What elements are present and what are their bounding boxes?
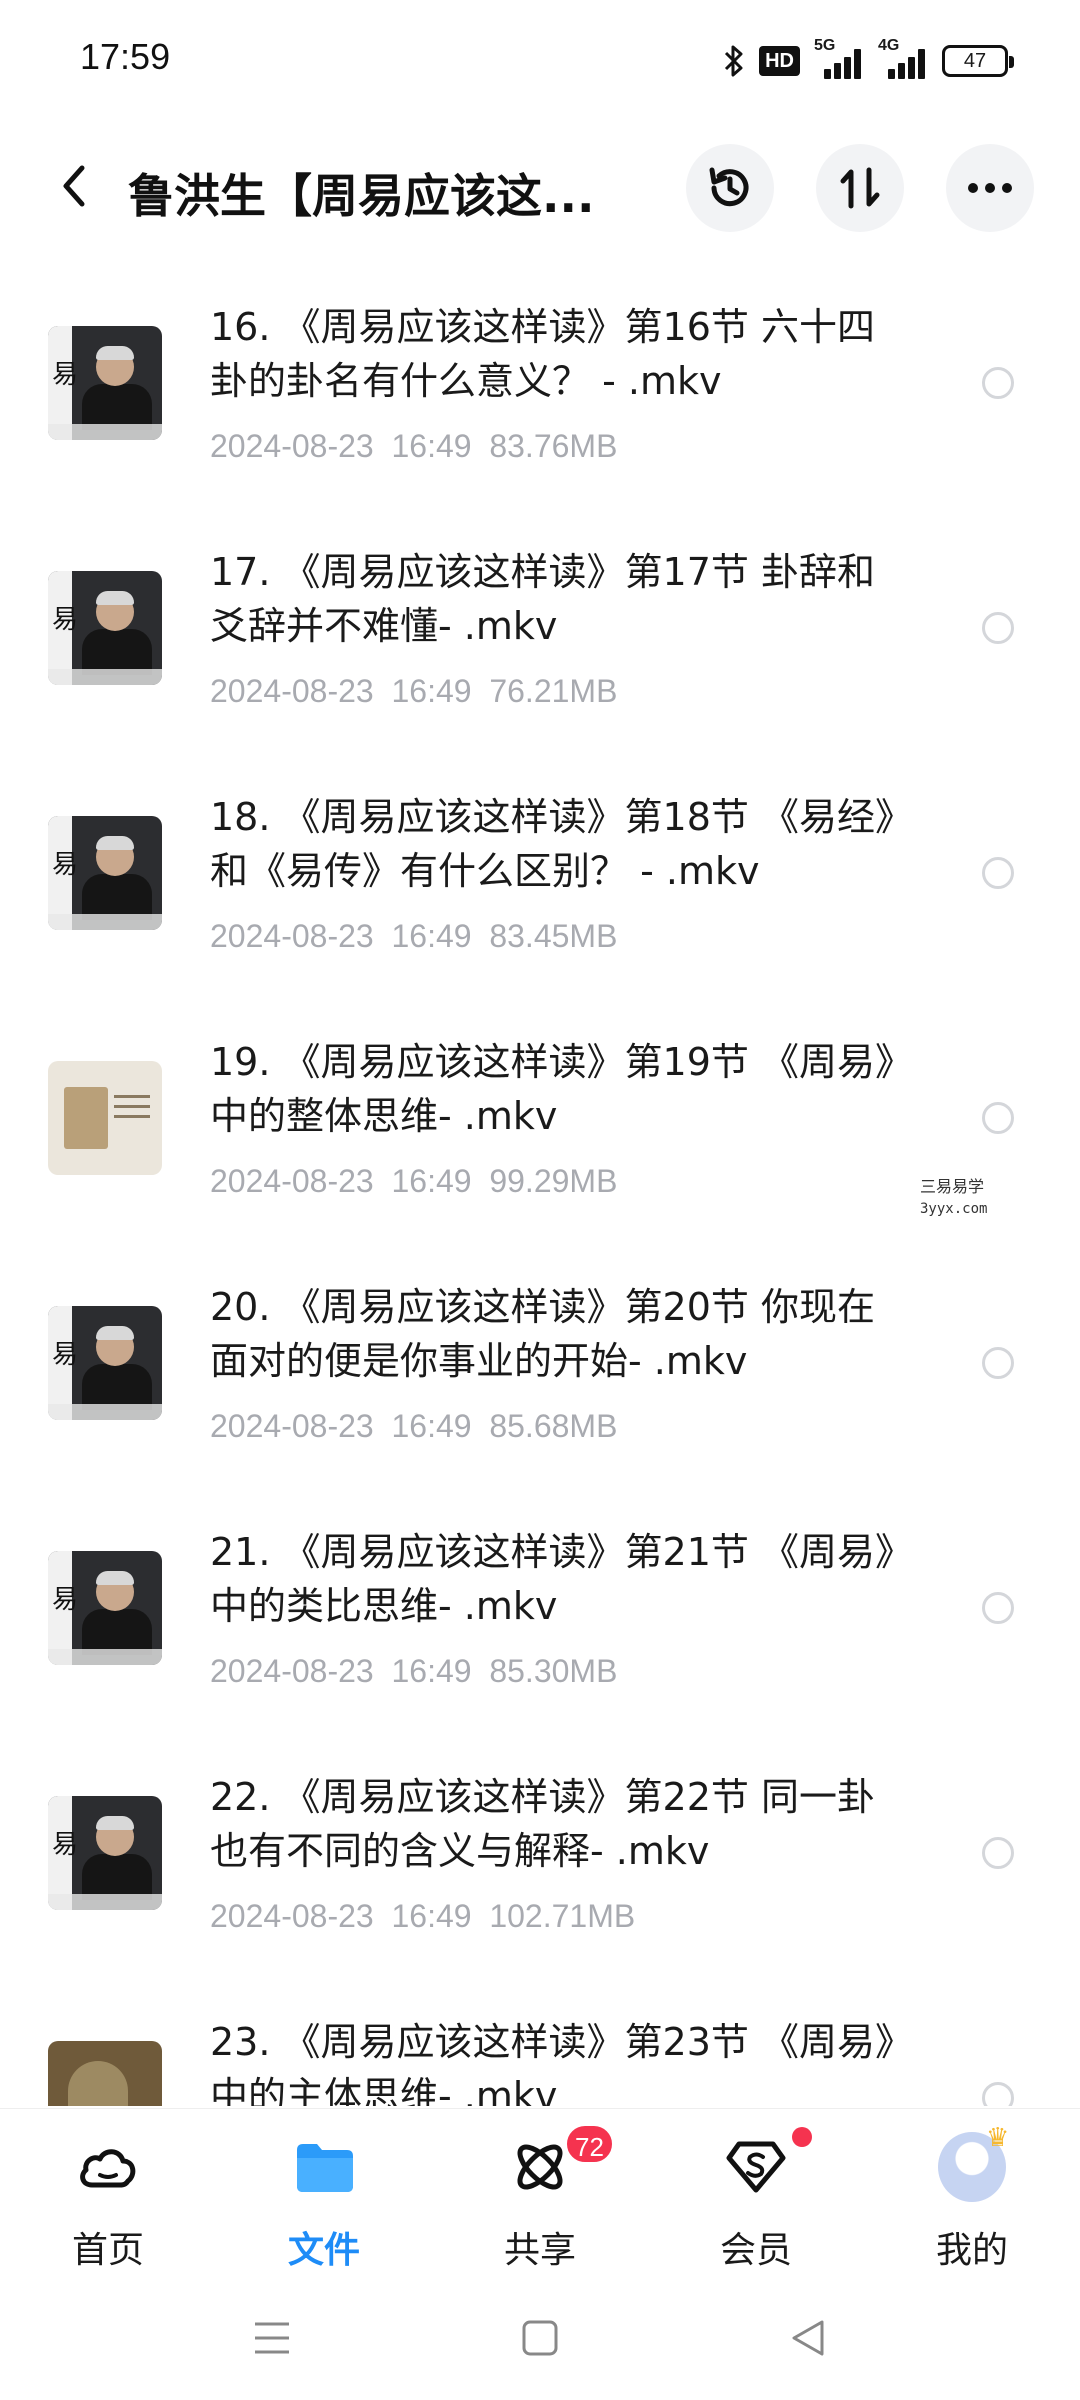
- history-icon: [709, 167, 749, 207]
- file-item[interactable]: 易 22. 《周易应该这样读》第22节 同一卦也有不同的含义与解释- .mkv …: [0, 1728, 1080, 1973]
- nav-home-label: 首页: [71, 2230, 144, 2271]
- more-icon: [968, 183, 1012, 193]
- file-item[interactable]: 易 18. 《周易应该这样读》第18节 《易经》和《易传》有什么区别？ - .m…: [0, 748, 1080, 993]
- status-icons: HD 5G 4G 47: [723, 37, 1014, 84]
- file-name: 21. 《周易应该这样读》第21节 《周易》中的类比思维- .mkv: [210, 1530, 894, 1628]
- more-button[interactable]: [946, 144, 1034, 232]
- back-icon: [63, 165, 85, 207]
- header: 鲁洪生【周易应该这...: [0, 130, 1080, 250]
- select-radio[interactable]: [982, 2082, 1014, 2106]
- battery-icon: 47: [942, 45, 1014, 77]
- video-thumbnail: 易: [48, 326, 162, 440]
- back-nav-button[interactable]: [778, 2308, 838, 2368]
- video-thumbnail: [48, 2041, 162, 2106]
- triangle-back-icon: [792, 2320, 824, 2356]
- bottom-nav: 首页 文件 72 共享 会员 ♛ 我的: [0, 2108, 1080, 2278]
- video-thumbnail: 易: [48, 816, 162, 930]
- file-item[interactable]: 易 21. 《周易应该这样读》第21节 《周易》中的类比思维- .mkv 202…: [0, 1483, 1080, 1728]
- file-name: 16. 《周易应该这样读》第16节 六十四卦的卦名有什么意义？ - .mkv: [210, 305, 875, 403]
- bluetooth-icon: [723, 44, 745, 78]
- vip-icon: [726, 2141, 786, 2193]
- file-meta: 2024-08-23 16:49 83.45MB: [210, 918, 618, 954]
- square-icon: [522, 2320, 558, 2356]
- home-button[interactable]: [510, 2308, 570, 2368]
- file-meta: 2024-08-23 16:49 85.30MB: [210, 1653, 618, 1689]
- file-name: 22. 《周易应该这样读》第22节 同一卦也有不同的含义与解释- .mkv: [210, 1775, 875, 1873]
- file-list: 易 16. 《周易应该这样读》第16节 六十四卦的卦名有什么意义？ - .mkv…: [0, 258, 1080, 2106]
- file-item[interactable]: 易 16. 《周易应该这样读》第16节 六十四卦的卦名有什么意义？ - .mkv…: [0, 258, 1080, 503]
- folder-icon: [297, 2144, 353, 2192]
- back-button[interactable]: [44, 156, 104, 216]
- video-thumbnail: 易: [48, 1306, 162, 1420]
- signal-5g-icon: 5G: [814, 37, 864, 79]
- file-meta: 2024-08-23 16:49 76.21MB: [210, 673, 618, 709]
- file-name: 23. 《周易应该这样读》第23节 《周易》中的主体思维- .mkv: [210, 2020, 894, 2106]
- select-radio[interactable]: [982, 367, 1014, 399]
- sort-button[interactable]: [816, 144, 904, 232]
- select-radio[interactable]: [982, 1837, 1014, 1869]
- menu-icon: [255, 2322, 289, 2354]
- file-meta: 2024-08-23 16:49 99.29MB: [210, 1163, 618, 1199]
- signal-4g-icon: 4G: [878, 37, 928, 79]
- select-radio[interactable]: [982, 1347, 1014, 1379]
- select-radio[interactable]: [982, 857, 1014, 889]
- nav-files[interactable]: 文件: [216, 2109, 432, 2279]
- share-badge: 72: [564, 2123, 615, 2165]
- status-time: 17:59: [80, 36, 171, 77]
- nav-files-label: 文件: [287, 2230, 360, 2271]
- nav-vip[interactable]: 会员: [648, 2109, 864, 2279]
- file-meta: 2024-08-23 16:49 102.71MB: [210, 1898, 636, 1934]
- share-atom-icon: [517, 2144, 563, 2190]
- video-thumbnail: 易: [48, 1796, 162, 1910]
- system-nav-bar: [0, 2278, 1080, 2400]
- file-meta: 2024-08-23 16:49 83.76MB: [210, 428, 618, 464]
- hd-voice-badge: HD: [759, 46, 800, 76]
- select-radio[interactable]: [982, 612, 1014, 644]
- nav-share-label: 共享: [503, 2230, 576, 2271]
- file-item[interactable]: 19. 《周易应该这样读》第19节 《周易》中的整体思维- .mkv 2024-…: [0, 993, 1080, 1238]
- video-thumbnail: 易: [48, 571, 162, 685]
- file-name: 18. 《周易应该这样读》第18节 《易经》和《易传》有什么区别？ - .mkv: [210, 795, 894, 893]
- nav-profile-label: 我的: [935, 2230, 1008, 2271]
- file-name: 20. 《周易应该这样读》第20节 你现在面对的便是你事业的开始- .mkv: [210, 1285, 875, 1383]
- nav-vip-label: 会员: [719, 2230, 792, 2271]
- video-thumbnail: [48, 1061, 162, 1175]
- select-radio[interactable]: [982, 1592, 1014, 1624]
- history-button[interactable]: [686, 144, 774, 232]
- file-meta: 2024-08-23 16:49 85.68MB: [210, 1408, 618, 1444]
- home-cloud-icon: [80, 2149, 136, 2188]
- vip-notification-dot: [792, 2127, 812, 2147]
- watermark: 三易易学 3yyx.com: [920, 1177, 988, 1217]
- page-title: 鲁洪生【周易应该这...: [128, 169, 595, 223]
- file-item[interactable]: 易 17. 《周易应该这样读》第17节 卦辞和爻辞并不难懂- .mkv 2024…: [0, 503, 1080, 748]
- video-thumbnail: 易: [48, 1551, 162, 1665]
- file-item[interactable]: 易 20. 《周易应该这样读》第20节 你现在面对的便是你事业的开始- .mkv…: [0, 1238, 1080, 1483]
- file-name: 19. 《周易应该这样读》第19节 《周易》中的整体思维- .mkv: [210, 1040, 894, 1138]
- nav-share[interactable]: 72 共享: [432, 2109, 648, 2279]
- file-name: 17. 《周易应该这样读》第17节 卦辞和爻辞并不难懂- .mkv: [210, 550, 875, 648]
- sort-icon: [840, 167, 880, 209]
- nav-home[interactable]: 首页: [0, 2109, 216, 2279]
- status-bar: 17:59 HD 5G 4G 47: [0, 0, 1080, 120]
- nav-profile[interactable]: ♛ 我的: [864, 2109, 1080, 2279]
- crown-icon: ♛: [986, 2123, 1010, 2153]
- recent-apps-button[interactable]: [242, 2308, 302, 2368]
- select-radio[interactable]: [982, 1102, 1014, 1134]
- file-item[interactable]: 23. 《周易应该这样读》第23节 《周易》中的主体思维- .mkv: [0, 1973, 1080, 2106]
